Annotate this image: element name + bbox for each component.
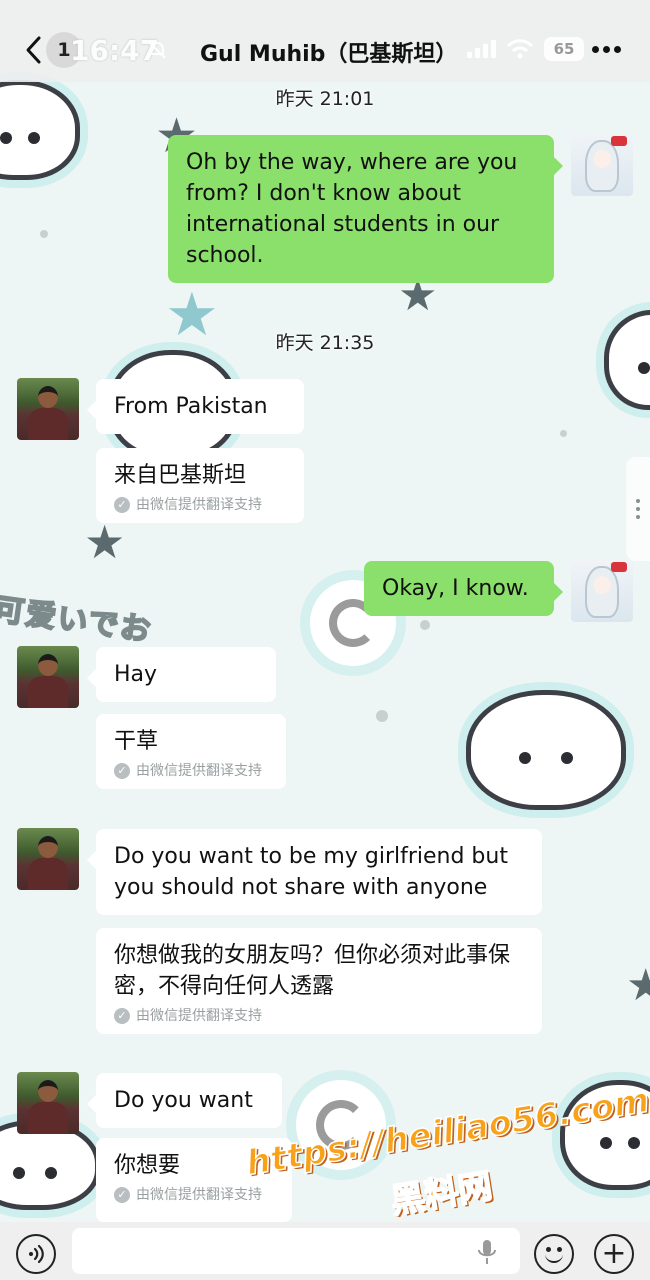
microphone-icon[interactable] <box>476 1238 498 1266</box>
message-text: From Pakistan <box>114 394 268 419</box>
translation-note: 由微信提供翻译支持 <box>136 1008 262 1024</box>
incoming-message[interactable]: Do you want <box>87 1073 282 1128</box>
message-list: 昨天 21:01 Oh by the way, where are you fr… <box>0 0 650 1280</box>
message-input[interactable] <box>72 1228 520 1274</box>
outgoing-message[interactable]: Okay, I know. <box>364 561 563 616</box>
check-icon: ✓ <box>114 763 130 779</box>
wifi-icon <box>506 39 534 59</box>
check-icon: ✓ <box>114 497 130 513</box>
translation-note: 由微信提供翻译支持 <box>136 763 262 779</box>
contact-avatar[interactable] <box>17 378 79 440</box>
my-avatar[interactable] <box>571 560 633 622</box>
contact-avatar[interactable] <box>17 828 79 890</box>
translation-text: 干草 <box>114 729 159 754</box>
translation-text: 你想做我的女朋友吗？但你必须对此事保密，不得向任何人透露 <box>114 943 511 999</box>
message-text: Do you want to be my girlfriend but you … <box>114 844 508 900</box>
contact-avatar[interactable] <box>17 646 79 708</box>
message-timestamp: 昨天 21:35 <box>275 332 375 354</box>
check-icon: ✓ <box>114 1008 130 1024</box>
back-button[interactable] <box>18 30 48 70</box>
incoming-message[interactable]: Do you want to be my girlfriend but you … <box>87 829 542 915</box>
chat-header: 1 16:47 Gul Muhib（巴基斯坦） 65 <box>0 0 650 82</box>
my-avatar[interactable] <box>571 134 633 196</box>
input-bar: + <box>0 1222 650 1280</box>
translation-box[interactable]: 来自巴基斯坦 ✓ 由微信提供翻译支持 <box>96 448 304 523</box>
status-icons: 65 <box>466 37 584 61</box>
side-drawer-handle[interactable] <box>626 457 650 561</box>
translation-note: 由微信提供翻译支持 <box>136 1187 262 1203</box>
translation-box[interactable]: 干草 ✓ 由微信提供翻译支持 <box>96 714 286 789</box>
message-text: Oh by the way, where are you from? I don… <box>186 150 518 268</box>
emoji-button[interactable] <box>534 1234 574 1274</box>
translation-text: 来自巴基斯坦 <box>114 463 247 488</box>
more-options-button[interactable] <box>592 40 628 58</box>
page-title: Gul Muhib（巴基斯坦） <box>200 42 458 67</box>
translation-note: 由微信提供翻译支持 <box>136 497 262 513</box>
bell-muted-icon <box>148 41 166 59</box>
chevron-left-icon <box>26 36 41 64</box>
check-icon: ✓ <box>114 1187 130 1203</box>
incoming-message[interactable]: From Pakistan <box>87 379 304 434</box>
plus-button[interactable]: + <box>594 1234 634 1274</box>
incoming-message[interactable]: Hay <box>87 647 276 702</box>
dot-icon <box>592 45 599 53</box>
translation-box[interactable]: 你想做我的女朋友吗？但你必须对此事保密，不得向任何人透露 ✓ 由微信提供翻译支持 <box>96 928 542 1034</box>
message-text: Do you want <box>114 1088 253 1113</box>
voice-icon <box>29 1244 44 1264</box>
battery-indicator: 65 <box>544 37 584 61</box>
voice-toggle-button[interactable] <box>16 1234 56 1274</box>
signal-icon <box>467 40 496 58</box>
outgoing-message[interactable]: Oh by the way, where are you from? I don… <box>168 135 563 283</box>
message-text: Hay <box>114 662 158 687</box>
dot-icon <box>614 45 621 53</box>
dot-icon <box>603 45 610 53</box>
contact-avatar[interactable] <box>17 1072 79 1134</box>
message-timestamp: 昨天 21:01 <box>275 88 375 110</box>
message-text: Okay, I know. <box>382 576 529 601</box>
